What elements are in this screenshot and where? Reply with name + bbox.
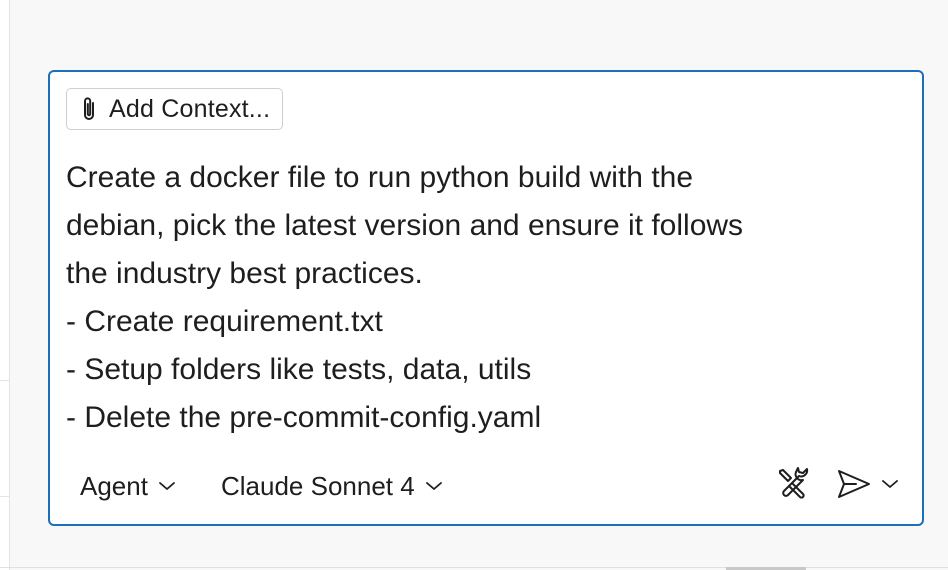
- prompt-line: the industry best practices.: [66, 257, 423, 290]
- configure-tools-button[interactable]: [772, 464, 812, 508]
- prompt-line: - Create requirement.txt: [66, 305, 383, 338]
- tools-icon: [774, 466, 810, 507]
- send-icon: [836, 468, 872, 505]
- add-context-button[interactable]: Add Context...: [66, 88, 284, 130]
- model-dropdown[interactable]: Claude Sonnet 4: [221, 464, 443, 508]
- prompt-line: - Setup folders like tests, data, utils: [66, 353, 532, 386]
- left-panel-edge: [0, 0, 10, 570]
- prompt-line: - Delete the pre-commit-config.yaml: [66, 401, 542, 434]
- divider: [0, 496, 9, 497]
- paperclip-icon: [79, 95, 99, 123]
- chevron-down-icon: [881, 477, 899, 495]
- mode-label: Agent: [80, 470, 148, 501]
- prompt-textarea[interactable]: Create a docker file to run python build…: [66, 154, 886, 442]
- chat-panel: Add Context... Create a docker file to r…: [0, 0, 948, 570]
- send-options-dropdown[interactable]: [878, 464, 902, 508]
- send-button[interactable]: [834, 464, 874, 508]
- chevron-down-icon: [425, 480, 443, 492]
- add-context-label: Add Context...: [109, 94, 271, 123]
- chat-input-box[interactable]: Add Context... Create a docker file to r…: [48, 70, 924, 526]
- mode-dropdown[interactable]: Agent: [80, 464, 176, 508]
- chevron-down-icon: [158, 480, 176, 492]
- divider: [0, 380, 9, 381]
- chat-toolbar: Agent Claude Sonnet 4: [50, 464, 922, 508]
- prompt-line: Create a docker file to run python build…: [66, 161, 694, 194]
- prompt-line: debian, pick the latest version and ensu…: [66, 209, 744, 242]
- model-label: Claude Sonnet 4: [221, 470, 415, 501]
